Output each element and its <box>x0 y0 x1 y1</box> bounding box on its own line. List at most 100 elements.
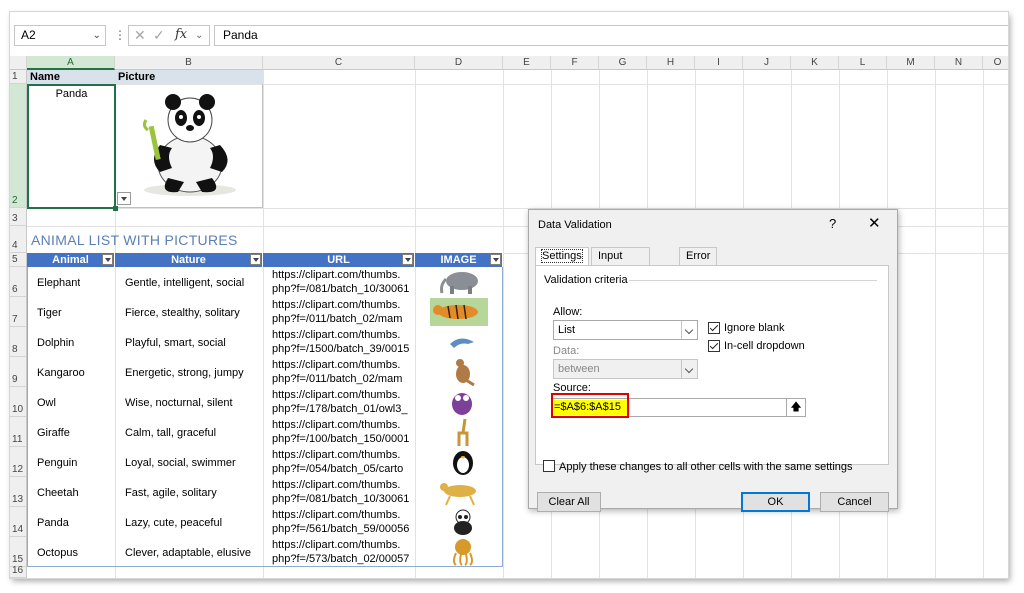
more-options-icon[interactable]: ⋮ <box>114 28 126 42</box>
filter-dropdown-icon[interactable] <box>490 254 501 265</box>
in-cell-dropdown-label[interactable]: In-cell dropdown <box>724 340 805 352</box>
nature-cell[interactable]: Clever, adaptable, elusive <box>125 547 251 559</box>
url-line[interactable]: php?f=/011/batch_02/mam <box>272 373 412 385</box>
filter-dropdown-icon[interactable] <box>102 254 113 265</box>
column-header[interactable]: K <box>791 56 839 70</box>
url-line[interactable]: php?f=/081/batch_10/30061 <box>272 493 412 505</box>
column-header[interactable]: A <box>27 56 115 70</box>
animal-cell[interactable]: Cheetah <box>37 487 79 499</box>
animal-cell[interactable]: Kangaroo <box>37 367 85 379</box>
nature-cell[interactable]: Calm, tall, graceful <box>125 427 216 439</box>
url-line[interactable]: https://clipart.com/thumbs. <box>272 509 412 521</box>
column-header[interactable]: O <box>983 56 1008 70</box>
row-header[interactable]: 3 <box>10 208 27 226</box>
allow-select[interactable]: List <box>553 320 698 340</box>
column-header[interactable]: H <box>647 56 695 70</box>
column-header[interactable]: L <box>839 56 887 70</box>
nature-cell[interactable]: Energetic, strong, jumpy <box>125 367 244 379</box>
url-line[interactable]: https://clipart.com/thumbs. <box>272 539 412 551</box>
filter-dropdown-icon[interactable] <box>250 254 261 265</box>
row-header[interactable]: 6 <box>10 267 27 297</box>
ignore-blank-label[interactable]: Ignore blank <box>724 322 785 334</box>
clear-all-button[interactable]: Clear All <box>537 492 601 512</box>
selected-name-cell[interactable]: Panda <box>27 84 116 209</box>
row-header[interactable]: 12 <box>10 447 27 477</box>
row-header[interactable]: 4 <box>10 226 27 253</box>
row-header[interactable]: 16 <box>10 565 27 578</box>
url-line[interactable]: https://clipart.com/thumbs. <box>272 479 412 491</box>
row-header[interactable]: 13 <box>10 477 27 507</box>
nature-cell[interactable]: Gentle, intelligent, social <box>125 277 244 289</box>
animal-cell[interactable]: Dolphin <box>37 337 74 349</box>
table-header-image[interactable]: IMAGE <box>415 253 503 267</box>
column-header[interactable]: D <box>415 56 503 70</box>
column-header[interactable]: M <box>887 56 935 70</box>
url-line[interactable]: php?f=/561/batch_59/00056 <box>272 523 412 535</box>
url-line[interactable]: https://clipart.com/thumbs. <box>272 299 412 311</box>
url-line[interactable]: https://clipart.com/thumbs. <box>272 419 412 431</box>
ok-button[interactable]: OK <box>741 492 810 512</box>
formula-input[interactable]: Panda <box>214 25 1008 46</box>
cancel-button[interactable]: Cancel <box>820 492 889 512</box>
row-header[interactable]: 7 <box>10 297 27 327</box>
nature-cell[interactable]: Lazy, cute, peaceful <box>125 517 222 529</box>
insert-function-icon[interactable]: fx <box>175 27 187 42</box>
column-header[interactable]: E <box>503 56 551 70</box>
url-line[interactable]: php?f=/573/batch_02/00057 <box>272 553 412 565</box>
animal-cell[interactable]: Owl <box>37 397 56 409</box>
row-header[interactable]: 2 <box>10 84 27 208</box>
select-all-corner[interactable] <box>10 56 27 70</box>
row-header[interactable]: 15 <box>10 537 27 567</box>
nature-cell[interactable]: Loyal, social, swimmer <box>125 457 236 469</box>
tab-error-alert[interactable]: Error Alert <box>679 247 718 279</box>
nature-cell[interactable]: Wise, nocturnal, silent <box>125 397 233 409</box>
row-header[interactable]: 14 <box>10 507 27 537</box>
url-line[interactable]: https://clipart.com/thumbs. <box>272 269 412 281</box>
column-header[interactable]: F <box>551 56 599 70</box>
url-line[interactable]: https://clipart.com/thumbs. <box>272 359 412 371</box>
url-line[interactable]: php?f=/178/batch_01/owl3_ <box>272 403 412 415</box>
in-cell-dropdown-checkbox[interactable] <box>708 340 720 352</box>
url-line[interactable]: php?f=/054/batch_05/carto <box>272 463 412 475</box>
cancel-icon[interactable]: ✕ <box>134 27 146 44</box>
tab-settings[interactable]: Settings <box>535 247 589 266</box>
column-header[interactable]: J <box>743 56 791 70</box>
chevron-down-icon[interactable]: ⌄ <box>195 30 203 41</box>
fill-handle[interactable] <box>113 206 118 211</box>
column-header[interactable]: C <box>263 56 415 70</box>
column-header[interactable]: B <box>115 56 263 70</box>
url-line[interactable]: https://clipart.com/thumbs. <box>272 329 412 341</box>
row-header[interactable]: 1 <box>10 70 27 84</box>
chevron-down-icon[interactable]: ⌄ <box>93 26 101 45</box>
filter-dropdown-icon[interactable] <box>402 254 413 265</box>
url-line[interactable]: php?f=/100/batch_150/0001 <box>272 433 412 445</box>
row-header[interactable]: 11 <box>10 417 27 447</box>
ignore-blank-checkbox[interactable] <box>708 322 720 334</box>
table-header-url[interactable]: URL <box>263 253 415 267</box>
url-line[interactable]: php?f=/011/batch_02/mam <box>272 313 412 325</box>
column-header[interactable]: I <box>695 56 743 70</box>
dropdown-arrow-button[interactable] <box>117 192 131 205</box>
nature-cell[interactable]: Fierce, stealthy, solitary <box>125 307 240 319</box>
table-header-animal[interactable]: Animal <box>27 253 115 267</box>
row-header[interactable]: 5 <box>10 253 27 267</box>
url-line[interactable]: php?f=/081/batch_10/30061 <box>272 283 412 295</box>
collapse-dialog-icon[interactable]: 🡅 <box>786 398 806 417</box>
table-header-nature[interactable]: Nature <box>115 253 263 267</box>
tab-input-message[interactable]: Input Message <box>591 247 650 279</box>
url-line[interactable]: https://clipart.com/thumbs. <box>272 389 412 401</box>
column-header[interactable]: N <box>935 56 983 70</box>
nature-cell[interactable]: Fast, agile, solitary <box>125 487 217 499</box>
close-icon[interactable]: ✕ <box>868 214 881 232</box>
animal-cell[interactable]: Octopus <box>37 547 78 559</box>
apply-all-label[interactable]: Apply these changes to all other cells w… <box>559 461 853 473</box>
picture-header-cell[interactable]: Picture <box>115 70 263 84</box>
animal-cell[interactable]: Panda <box>37 517 69 529</box>
help-button[interactable]: ? <box>829 216 836 231</box>
enter-check-icon[interactable]: ✓ <box>153 27 165 44</box>
animal-cell[interactable]: Tiger <box>37 307 62 319</box>
nature-cell[interactable]: Playful, smart, social <box>125 337 226 349</box>
row-header[interactable]: 9 <box>10 357 27 387</box>
animal-cell[interactable]: Penguin <box>37 457 77 469</box>
name-box[interactable]: A2 ⌄ <box>14 25 106 46</box>
